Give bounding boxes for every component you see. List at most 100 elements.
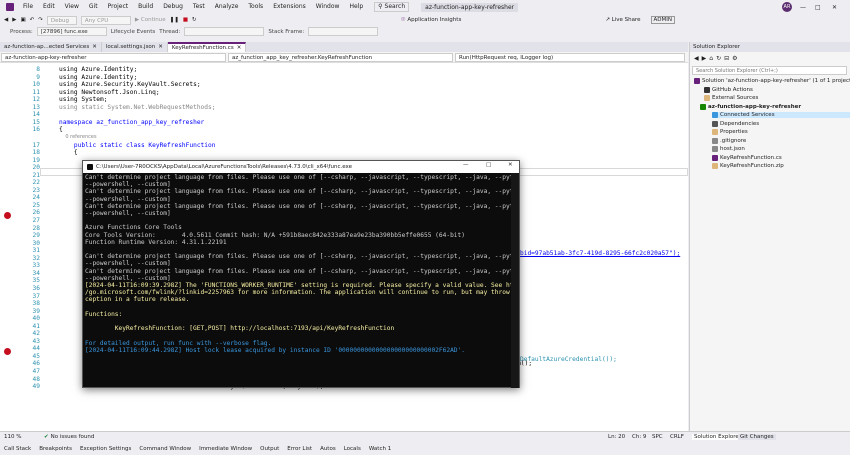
line-number: 35 bbox=[32, 277, 40, 285]
breakpoint-icon[interactable] bbox=[4, 212, 11, 219]
thread-label: Thread: bbox=[159, 28, 181, 35]
close-button[interactable]: ✕ bbox=[832, 4, 837, 11]
nav-type-dropdown[interactable]: az_function_app_key_refresher.KeyRefresh… bbox=[228, 53, 453, 62]
tree-item[interactable]: host.json bbox=[712, 146, 745, 152]
sol-forward-icon[interactable]: ▶ bbox=[702, 55, 707, 62]
console-title-bar[interactable]: C:\Users\User-7R0OCKS\AppData\Local\Azur… bbox=[83, 161, 519, 173]
breakpoint-icon[interactable] bbox=[4, 348, 11, 355]
code-line: 0 references bbox=[59, 133, 97, 140]
tool-tab-output[interactable]: Output bbox=[256, 446, 283, 452]
menu-item-window[interactable]: Window bbox=[311, 0, 345, 14]
continue-button[interactable]: ▶ Continue bbox=[135, 17, 166, 23]
stack-frame-dropdown[interactable] bbox=[308, 27, 379, 36]
back-icon[interactable]: ◀ bbox=[4, 17, 8, 23]
sol-refresh-icon[interactable]: ↻ bbox=[716, 55, 721, 62]
tree-item[interactable]: .gitignore bbox=[712, 137, 746, 144]
tree-item[interactable]: External Sources bbox=[704, 95, 758, 101]
lifecycle-dropdown[interactable]: Lifecycle Events bbox=[111, 29, 156, 35]
line-number: 36 bbox=[32, 284, 40, 292]
tree-item[interactable]: Properties bbox=[712, 129, 748, 135]
save-icon[interactable]: ▣ bbox=[20, 17, 25, 23]
menu-item-test[interactable]: Test bbox=[188, 0, 210, 14]
maximize-button[interactable]: □ bbox=[815, 4, 821, 11]
tool-tab-exception-settings[interactable]: Exception Settings bbox=[76, 446, 135, 452]
git-changes-tab[interactable]: Git Changes bbox=[738, 434, 776, 440]
debug-location-bar: Process: [27896] func.exe Lifecycle Even… bbox=[0, 26, 850, 37]
line-ending[interactable]: CRLF bbox=[670, 434, 684, 440]
tool-tab-call-stack[interactable]: Call Stack bbox=[0, 446, 35, 452]
app-insights-button[interactable]: ☉ Application Insights bbox=[401, 17, 462, 23]
tree-item[interactable]: Connected Services bbox=[712, 112, 850, 118]
console-scrollbar[interactable] bbox=[511, 173, 519, 388]
tool-tab-locals[interactable]: Locals bbox=[340, 446, 365, 452]
tree-item[interactable]: az-function-app-key-refresher bbox=[700, 103, 801, 110]
avatar[interactable]: AR bbox=[782, 2, 792, 12]
tool-tab-autos[interactable]: Autos bbox=[316, 446, 340, 452]
process-dropdown[interactable]: [27896] func.exe bbox=[36, 27, 107, 36]
sol-home-icon[interactable]: ⌂ bbox=[709, 55, 713, 62]
nav-member-dropdown[interactable]: Run(HttpRequest req, ILogger log) bbox=[455, 53, 685, 62]
tool-tab-breakpoints[interactable]: Breakpoints bbox=[35, 446, 76, 452]
thread-dropdown[interactable] bbox=[184, 27, 265, 36]
menu-item-project[interactable]: Project bbox=[103, 0, 134, 14]
tool-tab-watch-1[interactable]: Watch 1 bbox=[365, 446, 395, 452]
tool-tab-command-window[interactable]: Command Window bbox=[135, 446, 195, 452]
console-line: [2024-04-11T16:09:39.298Z] The 'FUNCTION… bbox=[85, 282, 513, 290]
doc-tab[interactable]: KeyRefreshFunction.cs ✕ bbox=[167, 42, 247, 52]
pause-icon[interactable]: ❚❚ bbox=[170, 17, 179, 23]
connected-services-icon bbox=[712, 112, 718, 118]
tab-close-icon[interactable]: ✕ bbox=[158, 42, 163, 52]
solution-explorer-tab[interactable]: Solution Explorer bbox=[692, 434, 744, 440]
config-dropdown[interactable]: Debug bbox=[46, 15, 77, 25]
tree-item[interactable]: Solution 'az-function-app-key-refresher'… bbox=[694, 78, 850, 84]
nav-project-dropdown[interactable]: az-function-app-key-refresher bbox=[1, 53, 226, 62]
search-box[interactable]: ⚲ Search bbox=[374, 2, 410, 12]
menu-item-build[interactable]: Build bbox=[133, 0, 158, 14]
menu-item-git[interactable]: Git bbox=[84, 0, 103, 14]
restart-icon[interactable]: ↻ bbox=[192, 17, 197, 23]
menu-item-analyze[interactable]: Analyze bbox=[210, 0, 244, 14]
line-number: 43 bbox=[32, 337, 40, 345]
console-close-button[interactable]: ✕ bbox=[508, 162, 513, 168]
console-window[interactable]: C:\Users\User-7R0OCKS\AppData\Local\Azur… bbox=[82, 160, 520, 388]
console-line: Can't determine project language from fi… bbox=[85, 174, 513, 181]
console-line: Core Tools Version: 4.0.5611 Commit hash… bbox=[85, 231, 465, 239]
platform-dropdown[interactable]: Any CPU bbox=[80, 15, 131, 25]
menu-item-file[interactable]: File bbox=[18, 0, 38, 14]
sol-collapse-icon[interactable]: ⊟ bbox=[724, 55, 729, 62]
tab-close-icon[interactable]: ✕ bbox=[92, 42, 97, 52]
minimize-button[interactable]: — bbox=[800, 4, 806, 11]
menu-item-tools[interactable]: Tools bbox=[243, 0, 268, 14]
menu-item-help[interactable]: Help bbox=[344, 0, 368, 14]
sol-back-icon[interactable]: ◀ bbox=[694, 55, 699, 62]
tree-item[interactable]: KeyRefreshFunction.zip bbox=[712, 163, 784, 169]
solution-icon bbox=[694, 78, 700, 84]
tab-close-icon[interactable]: ✕ bbox=[237, 44, 242, 52]
doc-tab[interactable]: local.settings.json ✕ bbox=[102, 42, 168, 52]
doc-tab[interactable]: az-function-ap...ected Services ✕ bbox=[0, 42, 102, 52]
tree-item[interactable]: Dependencies bbox=[712, 120, 759, 127]
undo-icon[interactable]: ↶ bbox=[30, 17, 35, 23]
menu-item-extensions[interactable]: Extensions bbox=[268, 0, 311, 14]
console-minimize-button[interactable]: — bbox=[463, 162, 469, 168]
tree-item[interactable]: GitHub Actions bbox=[704, 86, 753, 93]
redo-icon[interactable]: ↷ bbox=[38, 17, 43, 23]
search-icon: ⚲ bbox=[378, 3, 383, 10]
stop-icon[interactable]: ■ bbox=[183, 17, 188, 23]
window-title: az-function-app-key-refresher bbox=[421, 2, 519, 12]
solution-search-input[interactable] bbox=[692, 66, 847, 75]
whitespace-mode[interactable]: SPC bbox=[652, 434, 663, 440]
tool-tab-error-list[interactable]: Error List bbox=[283, 446, 316, 452]
forward-icon[interactable]: ▶ bbox=[12, 17, 16, 23]
menu-item-view[interactable]: View bbox=[60, 0, 84, 14]
zoom-dropdown[interactable]: 110 % bbox=[4, 434, 34, 440]
tool-tab-immediate-window[interactable]: Immediate Window bbox=[195, 446, 256, 452]
sol-settings-icon[interactable]: ⚙ bbox=[732, 55, 737, 62]
live-share-button[interactable]: ↗ Live Share bbox=[605, 17, 640, 23]
menu-item-edit[interactable]: Edit bbox=[38, 0, 60, 14]
issues-indicator[interactable]: ✔ No issues found bbox=[44, 434, 94, 440]
menu-item-debug[interactable]: Debug bbox=[158, 0, 188, 14]
tree-item[interactable]: KeyRefreshFunction.cs bbox=[712, 154, 782, 161]
console-maximize-button[interactable]: □ bbox=[486, 162, 491, 168]
